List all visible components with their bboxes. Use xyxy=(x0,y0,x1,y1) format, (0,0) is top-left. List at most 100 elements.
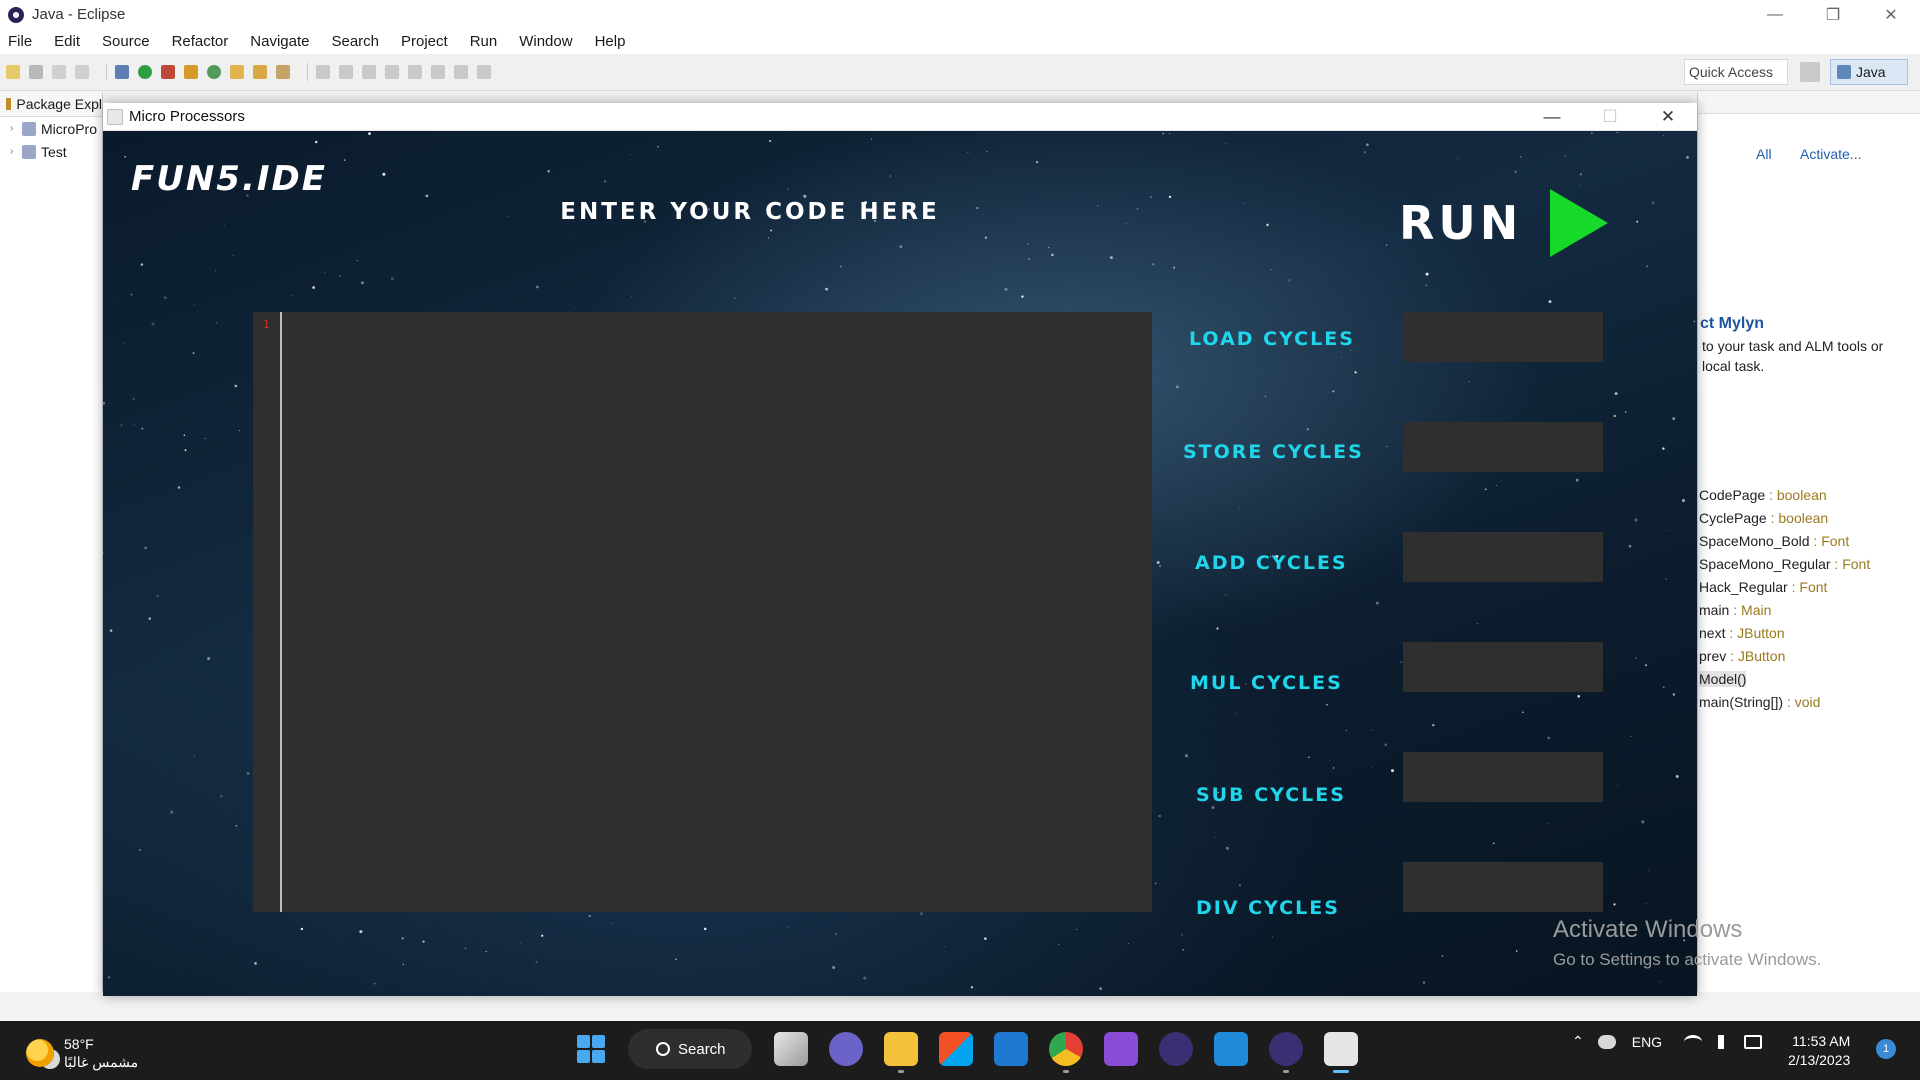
search-icon xyxy=(656,1042,670,1056)
chevron-right-icon[interactable]: › xyxy=(10,123,22,134)
package-explorer-tab[interactable]: Package Expl xyxy=(0,92,102,117)
minimize-button[interactable]: — xyxy=(1746,0,1804,29)
menu-file[interactable]: File xyxy=(8,33,32,50)
sub-cycles-input[interactable] xyxy=(1403,752,1603,802)
mul-cycles-input[interactable] xyxy=(1403,642,1603,692)
chevron-up-icon[interactable]: ⌃ xyxy=(1572,1033,1584,1050)
menu-navigate[interactable]: Navigate xyxy=(250,33,309,50)
quick-access-input[interactable]: Quick Access xyxy=(1684,59,1788,85)
menu-source[interactable]: Source xyxy=(102,33,150,50)
code-editor[interactable]: 1 xyxy=(253,312,1152,912)
whitespace-icon[interactable] xyxy=(385,65,399,79)
wifi-icon[interactable] xyxy=(1684,1034,1703,1049)
language-indicator[interactable]: ENG xyxy=(1632,1034,1662,1050)
menu-search[interactable]: Search xyxy=(331,33,379,50)
div-cycles-input[interactable] xyxy=(1403,862,1603,912)
teams-chat-icon[interactable] xyxy=(829,1032,863,1066)
outline-item[interactable]: SpaceMono_Bold : Font xyxy=(1698,530,1920,553)
outline-item[interactable]: SpaceMono_Regular : Font xyxy=(1698,553,1920,576)
open-type-icon[interactable] xyxy=(230,65,244,79)
weather-widget[interactable]: 58°F مشمس غالبًا xyxy=(26,1035,138,1071)
menu-run[interactable]: Run xyxy=(470,33,498,50)
task-view-icon[interactable] xyxy=(774,1032,808,1066)
file-explorer-icon[interactable] xyxy=(884,1032,918,1073)
outline-item[interactable]: main(String[]) : void xyxy=(1698,691,1920,714)
open-perspective-icon[interactable] xyxy=(1800,62,1820,82)
star xyxy=(569,237,571,239)
task-filter-all-link[interactable]: All xyxy=(1756,146,1772,162)
run-icon[interactable] xyxy=(138,65,152,79)
star xyxy=(1656,284,1657,286)
load-cycles-input[interactable] xyxy=(1403,312,1603,362)
star xyxy=(1425,272,1429,276)
clock[interactable]: 11:53 AM 2/13/2023 xyxy=(1788,1032,1850,1070)
annotation-icon[interactable] xyxy=(339,65,353,79)
tree-item-micropro[interactable]: › MicroPro xyxy=(0,117,102,140)
dialog-minimize-button[interactable]: — xyxy=(1523,103,1581,131)
menu-bar: File Edit Source Refactor Navigate Searc… xyxy=(0,29,1920,54)
new-class-icon[interactable] xyxy=(207,65,221,79)
start-icon[interactable] xyxy=(574,1032,608,1066)
star xyxy=(1159,565,1162,568)
outline-item[interactable]: CodePage : boolean xyxy=(1698,484,1920,507)
external-tools-icon[interactable] xyxy=(161,65,175,79)
outline-item[interactable]: next : JButton xyxy=(1698,622,1920,645)
save-icon[interactable] xyxy=(29,65,43,79)
prev-annotation-icon[interactable] xyxy=(431,65,445,79)
menu-help[interactable]: Help xyxy=(595,33,626,50)
restore-button[interactable]: ❐ xyxy=(1804,0,1862,29)
new-package-icon[interactable] xyxy=(184,65,198,79)
outline-item[interactable]: prev : JButton xyxy=(1698,645,1920,668)
menu-project[interactable]: Project xyxy=(401,33,448,50)
dialog-close-button[interactable]: ✕ xyxy=(1639,103,1697,131)
notification-badge[interactable]: 1 xyxy=(1876,1039,1896,1059)
mylyn-title[interactable]: ct Mylyn xyxy=(1698,312,1920,336)
java-app-taskbar-icon[interactable] xyxy=(1324,1032,1358,1073)
microsoft-store-icon[interactable] xyxy=(939,1032,973,1066)
taskbar-search-button[interactable]: Search xyxy=(628,1029,752,1069)
outline-item[interactable]: Hack_Regular : Font xyxy=(1698,576,1920,599)
run-button[interactable]: RUN xyxy=(1399,189,1609,257)
vscode-icon[interactable] xyxy=(1214,1032,1248,1066)
task-activate-link[interactable]: Activate... xyxy=(1800,146,1861,162)
menu-window[interactable]: Window xyxy=(519,33,572,50)
eclipse-app-icon[interactable] xyxy=(1159,1032,1193,1066)
menu-edit[interactable]: Edit xyxy=(54,33,80,50)
battery-icon[interactable] xyxy=(1744,1034,1763,1049)
outline-item[interactable]: main : Main xyxy=(1698,599,1920,622)
volume-icon[interactable] xyxy=(1718,1034,1728,1049)
play-icon[interactable] xyxy=(1550,189,1609,257)
store-cycles-input[interactable] xyxy=(1403,422,1603,472)
chrome-icon[interactable] xyxy=(1049,1032,1083,1073)
outline-item-type: : boolean xyxy=(1766,510,1829,526)
eclipse-running-icon[interactable] xyxy=(1269,1032,1303,1073)
tree-item-test[interactable]: › Test xyxy=(0,140,102,163)
star xyxy=(1614,392,1618,396)
visual-studio-icon[interactable] xyxy=(1104,1032,1138,1066)
outline-item[interactable]: CyclePage : boolean xyxy=(1698,507,1920,530)
star xyxy=(144,546,148,550)
toggle-mark-icon[interactable] xyxy=(316,65,330,79)
star xyxy=(1181,934,1183,936)
print-icon[interactable] xyxy=(75,65,89,79)
java-perspective-button[interactable]: Java xyxy=(1830,59,1908,85)
add-cycles-input[interactable] xyxy=(1403,532,1603,582)
close-button[interactable]: ✕ xyxy=(1862,0,1920,29)
chevron-right-icon[interactable]: › xyxy=(10,146,22,157)
onedrive-icon[interactable] xyxy=(1597,1034,1616,1049)
back-icon[interactable] xyxy=(454,65,468,79)
menu-refactor[interactable]: Refactor xyxy=(172,33,229,50)
debug-icon[interactable] xyxy=(115,65,129,79)
search-icon[interactable] xyxy=(276,65,290,79)
star xyxy=(1616,131,1619,134)
forward-icon[interactable] xyxy=(477,65,491,79)
star xyxy=(612,922,614,924)
outline-item[interactable]: Model() xyxy=(1698,668,1920,691)
star xyxy=(291,294,293,297)
new-icon[interactable] xyxy=(6,65,20,79)
save-all-icon[interactable] xyxy=(52,65,66,79)
next-annotation-icon[interactable] xyxy=(408,65,422,79)
open-task-icon[interactable] xyxy=(253,65,267,79)
block-selection-icon[interactable] xyxy=(362,65,376,79)
mail-icon[interactable] xyxy=(994,1032,1028,1066)
